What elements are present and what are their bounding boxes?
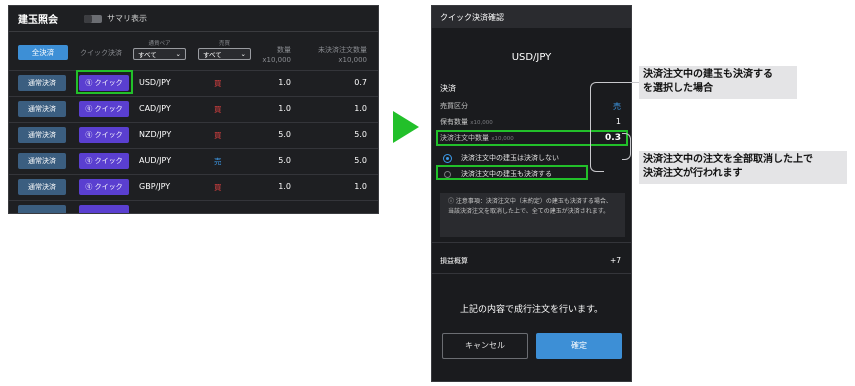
chevron-down-icon: ⌄ bbox=[175, 50, 181, 58]
profit-loss-label: 損益概算 bbox=[440, 257, 468, 265]
confirm-message: 上記の内容で成行注文を行います。 bbox=[459, 305, 604, 315]
annotation-connector bbox=[604, 82, 639, 83]
quick-button-highlight bbox=[76, 70, 133, 94]
position-row: 通常決済 ⓠ クイック AUD/JPY 売 5.0 5.0 bbox=[9, 148, 378, 173]
side-badge: 買 bbox=[214, 79, 222, 88]
confirm-button[interactable]: 確定 bbox=[536, 333, 622, 359]
currency-pair: USD/JPY bbox=[139, 78, 171, 87]
radio-option-no-settle[interactable]: 決済注文中の建玉は決済しない bbox=[444, 153, 559, 163]
normal-settle-button[interactable]: 通常決済 bbox=[18, 179, 66, 195]
radio-option-highlight bbox=[436, 165, 588, 180]
open-order-quantity-value: 5.0 bbox=[354, 130, 367, 139]
radio-option-no-settle-label: 決済注文中の建玉は決済しない bbox=[461, 154, 559, 162]
quantity-header-label: 数量 bbox=[277, 46, 291, 54]
currency-pair: AUD/JPY bbox=[139, 156, 172, 165]
quantity-header-unit: x10,000 bbox=[262, 56, 291, 64]
open-order-quantity-header-unit: x10,000 bbox=[338, 56, 367, 64]
open-order-quantity-header: 未決済注文数量 x10,000 bbox=[318, 45, 367, 65]
annotation-note-cancel-then-settle: 決済注文中の注文を全部取消した上で 決済注文が行われます bbox=[639, 151, 847, 184]
quick-settle-button[interactable] bbox=[79, 205, 129, 213]
chevron-down-icon: ⌄ bbox=[240, 50, 246, 58]
summary-toggle-label: サマリ表示 bbox=[107, 14, 147, 23]
quantity-value: 5.0 bbox=[278, 130, 291, 139]
normal-settle-button[interactable] bbox=[18, 205, 66, 213]
quick-settle-header: クイック決済 bbox=[80, 49, 122, 57]
quantity-value: 1.0 bbox=[278, 78, 291, 87]
normal-settle-button[interactable]: 通常決済 bbox=[18, 153, 66, 169]
side-filter-label: 売買 bbox=[218, 41, 230, 47]
radio-selected-icon bbox=[444, 154, 451, 162]
side-select-value: すべて bbox=[203, 51, 222, 59]
settle-section-heading: 決済 bbox=[440, 84, 456, 93]
currency-pair-select[interactable]: すべて ⌄ bbox=[133, 48, 186, 60]
currency-pair-filter[interactable]: 通貨ペア すべて ⌄ bbox=[133, 39, 186, 60]
side-filter[interactable]: 売買 すべて ⌄ bbox=[198, 39, 251, 60]
annotation-bracket bbox=[590, 82, 604, 172]
open-order-quantity-header-label: 未決済注文数量 bbox=[318, 46, 367, 54]
currency-pair-select-value: すべて bbox=[138, 51, 157, 59]
currency-pair: GBP/JPY bbox=[139, 182, 171, 191]
open-order-quantity-value: 0.7 bbox=[354, 78, 367, 87]
quick-settle-button[interactable]: ⓠ クイック bbox=[79, 153, 129, 169]
normal-settle-button[interactable]: 通常決済 bbox=[18, 75, 66, 91]
position-row: 通常決済 ⓠ クイック CAD/JPY 買 1.0 1.0 bbox=[9, 96, 378, 121]
position-inquiry-panel: 建玉照会 サマリ表示 全決済 クイック決済 通貨ペア すべて ⌄ 売買 すべて … bbox=[8, 5, 379, 214]
currency-pair: CAD/JPY bbox=[139, 104, 171, 113]
profit-loss-row: 損益概算 +7 bbox=[432, 242, 631, 274]
side-badge: 買 bbox=[214, 183, 222, 192]
side-badge: 買 bbox=[214, 131, 222, 140]
summary-toggle[interactable] bbox=[84, 14, 102, 23]
arrow-right-icon bbox=[393, 111, 419, 143]
side-badge: 買 bbox=[214, 105, 222, 114]
quick-settle-button[interactable]: ⓠ クイック bbox=[79, 179, 129, 195]
currency-pair: NZD/JPY bbox=[139, 130, 172, 139]
profit-loss-value: +7 bbox=[609, 256, 621, 265]
panel-title: 建玉照会 bbox=[18, 15, 58, 26]
dialog-title: クイック決済確認 bbox=[432, 6, 631, 28]
quick-settle-button[interactable]: ⓠ クイック bbox=[79, 101, 129, 117]
quantity-value: 5.0 bbox=[278, 156, 291, 165]
notice-box: ⓘ 注意事項：決済注文中（未約定）の建玉も決済する場合、当該決済注文を取消した上… bbox=[440, 193, 625, 237]
quantity-header: 数量 x10,000 bbox=[262, 45, 291, 65]
held-quantity-unit: x10,000 bbox=[470, 120, 493, 126]
quantity-value: 1.0 bbox=[278, 104, 291, 113]
held-quantity-label: 保有数量 x10,000 bbox=[440, 118, 493, 126]
position-row: 通常決済 ⓠ クイック GBP/JPY 買 1.0 1.0 bbox=[9, 174, 378, 199]
annotation-note-selection: 決済注文中の建玉も決済する を選択した場合 bbox=[639, 66, 797, 99]
column-header: 全決済 クイック決済 通貨ペア すべて ⌄ 売買 すべて ⌄ 数量 x10,00… bbox=[9, 36, 378, 70]
annotation-bracket bbox=[622, 133, 631, 160]
currency-pair-filter-label: 通貨ペア bbox=[148, 41, 171, 47]
position-row-partial bbox=[9, 200, 378, 213]
all-settle-button[interactable]: 全決済 bbox=[18, 45, 68, 60]
open-order-quantity-value: 1.0 bbox=[354, 104, 367, 113]
normal-settle-button[interactable]: 通常決済 bbox=[18, 127, 66, 143]
side-value: 売 bbox=[613, 102, 621, 111]
panel-header: 建玉照会 サマリ表示 bbox=[9, 6, 378, 32]
side-badge: 売 bbox=[214, 157, 222, 166]
dialog-currency-pair: USD/JPY bbox=[511, 52, 552, 63]
quantity-value: 1.0 bbox=[278, 182, 291, 191]
cancel-button[interactable]: キャンセル bbox=[442, 333, 528, 359]
held-quantity-value: 1 bbox=[615, 117, 621, 126]
quick-settle-button[interactable]: ⓠ クイック bbox=[79, 127, 129, 143]
quick-settle-confirm-dialog: クイック決済確認 USD/JPY 決済 売買区分 売 保有数量 x10,000 … bbox=[431, 5, 632, 382]
side-select[interactable]: すべて ⌄ bbox=[198, 48, 251, 60]
normal-settle-button[interactable]: 通常決済 bbox=[18, 101, 66, 117]
position-row: 通常決済 ⓠ クイック NZD/JPY 買 5.0 5.0 bbox=[9, 122, 378, 147]
open-order-quantity-value: 5.0 bbox=[354, 156, 367, 165]
open-order-quantity-value: 1.0 bbox=[354, 182, 367, 191]
side-label: 売買区分 bbox=[440, 102, 468, 110]
position-row: 通常決済 ⓠ クイック USD/JPY 買 1.0 0.7 bbox=[9, 70, 378, 95]
